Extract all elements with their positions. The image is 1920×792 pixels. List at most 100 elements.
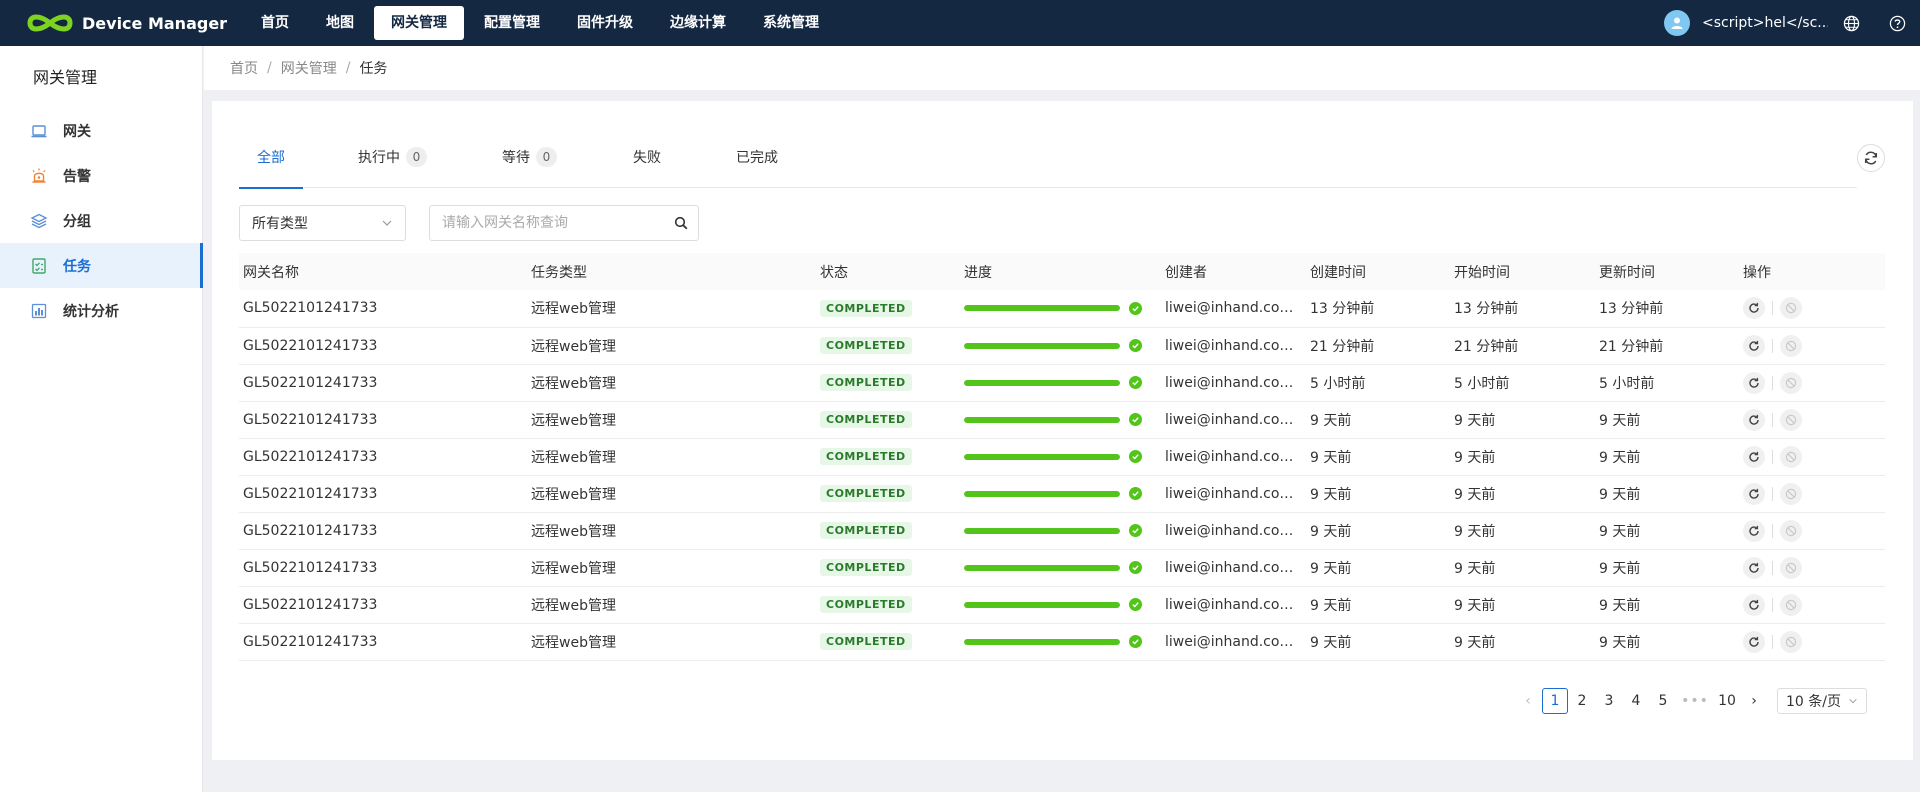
nav-item-gateway-management[interactable]: 网关管理: [374, 6, 464, 40]
cancel-button[interactable]: [1780, 482, 1802, 505]
tab-waiting[interactable]: 等待 0: [502, 126, 557, 188]
page-2-button[interactable]: 2: [1569, 688, 1595, 714]
column-header-updated-time[interactable]: 更新时间: [1595, 253, 1739, 290]
nav-item-map[interactable]: 地图: [309, 6, 371, 40]
page-4-button[interactable]: 4: [1623, 688, 1649, 714]
cancel-button[interactable]: [1780, 556, 1802, 579]
app-logo[interactable]: Device Manager: [26, 11, 244, 35]
retry-button[interactable]: [1743, 630, 1765, 653]
column-header-gateway-name[interactable]: 网关名称: [239, 253, 527, 290]
retry-icon: [1749, 562, 1759, 573]
page-1-button[interactable]: 1: [1542, 688, 1568, 714]
page-size-select[interactable]: 10 条/页: [1777, 688, 1867, 714]
tab-all[interactable]: 全部: [239, 126, 303, 189]
nav-item-system-management[interactable]: 系统管理: [746, 6, 836, 40]
page-5-button[interactable]: 5: [1650, 688, 1676, 714]
cancel-button[interactable]: [1780, 334, 1802, 357]
retry-button[interactable]: [1743, 445, 1765, 468]
page-3-button[interactable]: 3: [1596, 688, 1622, 714]
column-header-status[interactable]: 状态: [816, 253, 960, 290]
progress-cell: [960, 475, 1161, 513]
retry-button[interactable]: [1743, 593, 1765, 616]
retry-button[interactable]: [1743, 556, 1765, 579]
creator-cell: liwei@inhand.com.cn: [1161, 364, 1306, 402]
retry-button[interactable]: [1743, 297, 1765, 320]
tab-running[interactable]: 执行中 0: [358, 126, 427, 188]
cancel-button[interactable]: [1780, 408, 1802, 431]
retry-button[interactable]: [1743, 482, 1765, 505]
cancel-button[interactable]: [1780, 630, 1802, 653]
page-10-button[interactable]: 10: [1714, 688, 1740, 714]
tab-failed[interactable]: 失败: [633, 126, 661, 188]
app-name: Device Manager: [82, 13, 228, 33]
retry-icon: [1749, 303, 1759, 313]
retry-button[interactable]: [1743, 408, 1765, 431]
creator-cell: liwei@inhand.com.cn: [1161, 401, 1306, 439]
help-button[interactable]: [1874, 0, 1920, 46]
table-row: GL5022101241733 远程web管理 COMPLETED liwei@inh…: [239, 401, 1885, 439]
sidebar-item-task[interactable]: 任务: [0, 243, 203, 288]
column-header-progress[interactable]: 进度: [960, 253, 1161, 290]
status-badge: COMPLETED: [820, 596, 912, 613]
creator-cell: liwei@inhand.com.cn: [1161, 623, 1306, 661]
progress-bar: [964, 561, 1161, 574]
refresh-button[interactable]: [1857, 144, 1885, 172]
prev-page-button[interactable]: ‹: [1515, 688, 1541, 714]
next-page-button[interactable]: ›: [1741, 688, 1767, 714]
cancel-button[interactable]: [1780, 593, 1802, 616]
tab-completed[interactable]: 已完成: [736, 126, 778, 188]
progress-track: [964, 527, 1120, 534]
cancel-button[interactable]: [1780, 297, 1802, 320]
filter-bar: 所有类型: [239, 205, 699, 241]
user-menu[interactable]: <script>hel</sc...: [1664, 10, 1828, 36]
actions-cell: [1739, 438, 1885, 476]
check-circle-icon: [1129, 376, 1142, 389]
tab-label: 等待: [502, 150, 530, 166]
created-time-cell: 9 天前: [1306, 438, 1450, 476]
status-cell: COMPLETED: [816, 549, 960, 587]
column-header-start-time[interactable]: 开始时间: [1450, 253, 1595, 290]
start-time-cell: 13 分钟前: [1450, 290, 1595, 328]
top-navbar: Device Manager 首页 地图 网关管理 配置管理 固件升级 边缘计算…: [0, 0, 1920, 46]
retry-button[interactable]: [1743, 371, 1765, 394]
status-badge: COMPLETED: [820, 374, 912, 391]
nav-item-home[interactable]: 首页: [244, 6, 306, 40]
user-icon: [1671, 17, 1683, 29]
breadcrumb-item-home[interactable]: 首页: [230, 58, 258, 78]
retry-icon: [1749, 599, 1759, 610]
column-header-task-type[interactable]: 任务类型: [527, 253, 816, 290]
progress-cell: [960, 586, 1161, 624]
action-divider: [1772, 375, 1773, 390]
progress-bar: [964, 450, 1161, 463]
retry-button[interactable]: [1743, 334, 1765, 357]
sidebar-item-group[interactable]: 分组: [0, 198, 202, 243]
task-type-select[interactable]: 所有类型: [239, 205, 406, 241]
status-cell: COMPLETED: [816, 364, 960, 402]
cancel-button[interactable]: [1780, 371, 1802, 394]
action-divider: [1772, 412, 1773, 427]
search-input[interactable]: [430, 207, 664, 239]
created-time-cell: 9 天前: [1306, 623, 1450, 661]
nav-item-edge-computing[interactable]: 边缘计算: [653, 6, 743, 40]
column-header-created-time[interactable]: 创建时间: [1306, 253, 1450, 290]
action-divider: [1772, 449, 1773, 464]
search-button[interactable]: [664, 216, 698, 230]
nav-item-config-management[interactable]: 配置管理: [467, 6, 557, 40]
breadcrumb-item-gateway-management[interactable]: 网关管理: [281, 58, 337, 78]
gateway-name-cell: GL5022101241733: [239, 549, 527, 587]
created-time-cell: 5 小时前: [1306, 364, 1450, 402]
retry-button[interactable]: [1743, 519, 1765, 542]
tab-label: 执行中: [358, 150, 400, 166]
action-divider: [1772, 523, 1773, 538]
nav-item-firmware-upgrade[interactable]: 固件升级: [560, 6, 650, 40]
cancel-button[interactable]: [1780, 445, 1802, 468]
sidebar-item-statistics[interactable]: 统计分析: [0, 288, 202, 333]
language-button[interactable]: [1828, 0, 1874, 46]
gateway-name-cell: GL5022101241733: [239, 623, 527, 661]
progress-bar: [964, 339, 1161, 352]
page-ellipsis[interactable]: •••: [1677, 688, 1713, 714]
column-header-creator[interactable]: 创建者: [1161, 253, 1306, 290]
sidebar-item-alarm[interactable]: 告警: [0, 153, 202, 198]
cancel-button[interactable]: [1780, 519, 1802, 542]
sidebar-item-gateway[interactable]: 网关: [0, 108, 202, 153]
